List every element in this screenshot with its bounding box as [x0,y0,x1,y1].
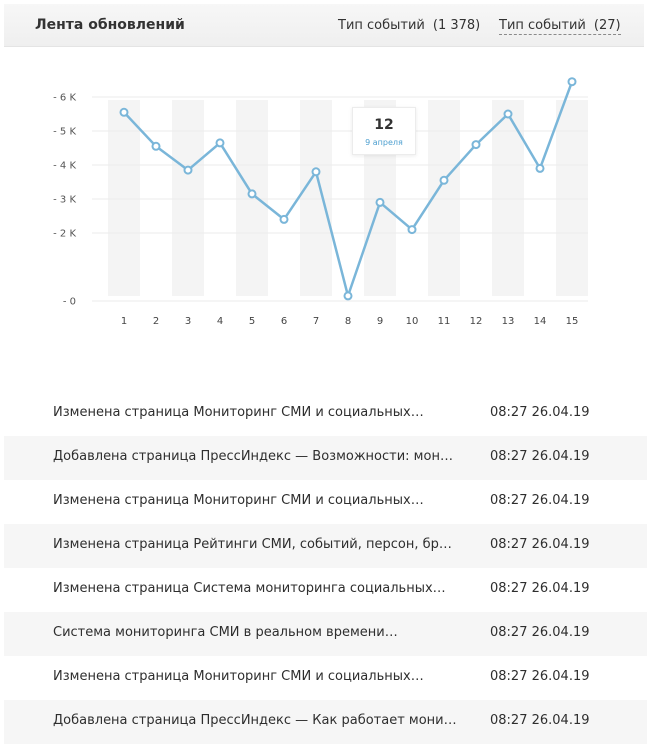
feed-row[interactable]: Изменена страница Мониторинг СМИ и социа… [4,656,647,700]
y-tick-label: - 0 [63,297,76,308]
feed-item-time: 08:27 26.04.19 [490,581,590,596]
feed-item-text[interactable]: Изменена страница Мониторинг СМИ и социа… [53,493,458,508]
feed-row[interactable]: Изменена страница Рейтинги СМИ, событий,… [4,524,647,568]
y-tick-label: - 3 K [53,195,76,206]
feed-item-time: 08:27 26.04.19 [490,493,590,508]
x-tick-label: 13 [502,316,515,327]
x-tick-label: 4 [217,316,223,327]
data-point [375,197,385,207]
data-point [407,225,417,235]
feed-row[interactable]: Изменена страница Мониторинг СМИ и социа… [4,480,647,524]
filter-label: Тип событий [338,18,425,33]
data-point [439,175,449,185]
feed-item-text[interactable]: Изменена страница Мониторинг СМИ и социа… [53,669,458,684]
data-point [279,214,289,224]
tooltip-date: 9 апреля [365,138,403,147]
column-stripe [172,100,204,296]
x-tick-label: 3 [185,316,191,327]
event-type-filter-selected[interactable]: Тип событий (27) [499,18,621,35]
data-point [471,140,481,150]
updates-chart: - 0- 2 K- 3 K- 4 K- 5 K- 6 K 1 2 3 4 5 6 7 8 9 10 1… [0,60,648,360]
x-tick-label: 1 [121,316,127,327]
feed-row[interactable]: Система мониторинга СМИ в реальном време… [4,612,647,656]
feed-item-text[interactable]: Изменена страница Мониторинг СМИ и социа… [53,405,458,420]
data-point [183,165,193,175]
x-tick-label: 12 [470,316,483,327]
column-stripe [556,100,588,296]
data-point [311,167,321,177]
feed-item-time: 08:27 26.04.19 [490,669,590,684]
line-chart: - 0- 2 K- 3 K- 4 K- 5 K- 6 K1 2 3 4 5 6 7 8 9 10 1… [53,77,588,327]
filter-count: (27) [593,18,621,33]
feed-row[interactable]: Изменена страница Мониторинг СМИ и социа… [4,392,647,436]
x-tick-label: 15 [566,316,579,327]
chart-tooltip: 12 9 апреля [352,107,416,155]
y-tick-label: - 2 K [53,229,76,240]
filter-count: (1 378) [432,18,481,33]
feed-item-time: 08:27 26.04.19 [490,625,590,640]
x-tick-label: 6 [281,316,287,327]
data-point [247,189,257,199]
x-tick-label: 11 [438,316,451,327]
column-stripe [300,100,332,296]
data-point [343,291,353,301]
page-title: Лента обновлений [35,17,185,33]
feed-item-time: 08:27 26.04.19 [490,405,590,420]
x-tick-label: 8 [345,316,351,327]
data-point [119,107,129,117]
feed-row[interactable]: Добавлена страница ПрессИндекс — Как раб… [4,700,647,744]
x-tick-label: 14 [534,316,547,327]
x-tick-label: 5 [249,316,255,327]
column-stripe [108,100,140,296]
data-point [215,138,225,148]
feed-item-time: 08:27 26.04.19 [490,449,590,464]
x-tick-label: 7 [313,316,319,327]
feed-item-time: 08:27 26.04.19 [490,537,590,552]
x-tick-label: 10 [406,316,419,327]
feed-item-text[interactable]: Изменена страница Система мониторинга со… [53,581,458,596]
x-tick-label: 2 [153,316,159,327]
feed-row[interactable]: Изменена страница Система мониторинга со… [4,568,647,612]
feed-item-text[interactable]: Изменена страница Рейтинги СМИ, событий,… [53,537,458,552]
y-tick-label: - 6 K [53,93,76,104]
column-stripe [492,100,524,296]
filter-label: Тип событий [499,18,586,33]
event-type-filter-all[interactable]: Тип событий (1 378) [338,18,480,33]
header: Лента обновлений Тип событий (1 378) Тип … [4,4,644,47]
updates-feed: Изменена страница Мониторинг СМИ и социа… [4,392,647,744]
feed-row[interactable]: Добавлена страница ПрессИндекс — Возможн… [4,436,647,480]
feed-item-text[interactable]: Система мониторинга СМИ в реальном време… [53,625,458,640]
data-point [567,77,577,87]
feed-item-text[interactable]: Добавлена страница ПрессИндекс — Возможн… [53,449,458,464]
data-point [151,141,161,151]
data-point [503,109,513,119]
tooltip-value: 12 [374,117,394,133]
data-point [535,163,545,173]
y-tick-label: - 4 K [53,161,76,172]
x-tick-label: 9 [377,316,383,327]
y-tick-label: - 5 K [53,127,76,138]
